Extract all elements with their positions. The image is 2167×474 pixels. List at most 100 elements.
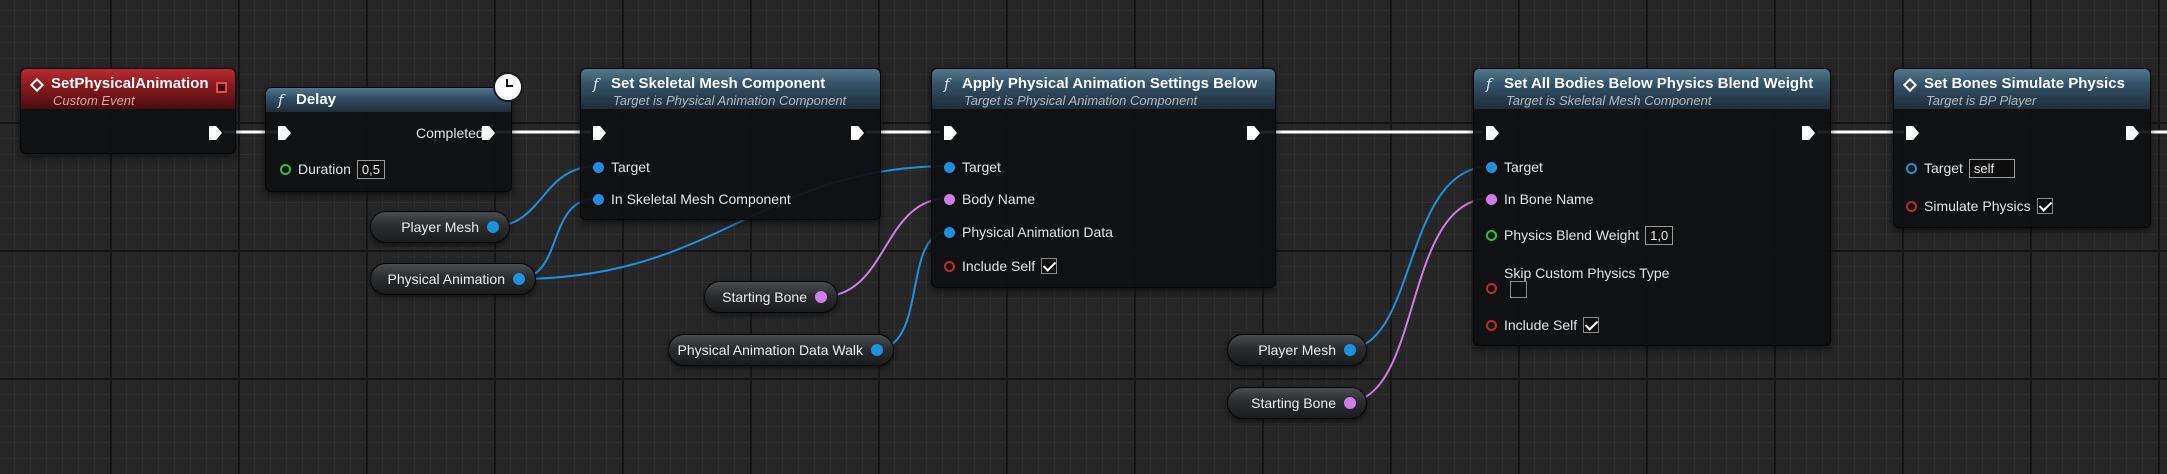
function-icon: f xyxy=(944,75,950,93)
var-player-mesh-2[interactable]: Player Mesh xyxy=(1227,334,1367,366)
object-pin-icon xyxy=(1906,162,1917,174)
delay-exec-in-pin[interactable] xyxy=(278,126,291,140)
set-blend-weight-node[interactable]: f Set All Bodies Below Physics Blend Wei… xyxy=(1473,68,1831,346)
delay-node[interactable]: f Delay Completed Duration 0,5 xyxy=(265,87,512,192)
set-skeletal-mesh-node[interactable]: f Set Skeletal Mesh Component Target is … xyxy=(580,68,881,220)
blend-title: Set All Bodies Below Physics Blend Weigh… xyxy=(1504,75,1814,92)
set-skel-header: f Set Skeletal Mesh Component Target is … xyxy=(581,69,880,109)
exec-out-pin[interactable] xyxy=(209,126,222,140)
duration-label: Duration xyxy=(298,161,351,177)
include-self-checkbox[interactable] xyxy=(1583,317,1600,333)
function-icon: f xyxy=(593,75,599,93)
set-skel-exec-in[interactable] xyxy=(593,126,606,140)
delay-duration-pin[interactable]: Duration 0,5 xyxy=(280,158,385,180)
skip-label: Skip Custom Physics Type xyxy=(1504,265,1670,281)
set-skel-exec-out[interactable] xyxy=(851,126,864,140)
body-name-label: Body Name xyxy=(962,191,1036,207)
object-pin-icon xyxy=(593,193,604,205)
target-label: Target xyxy=(611,159,650,175)
name-pin-icon[interactable] xyxy=(815,291,827,303)
blend-include-self-pin[interactable]: Include Self xyxy=(1486,314,1600,336)
apply-anim-header: f Apply Physical Animation Settings Belo… xyxy=(932,69,1275,109)
var-label: Starting Bone xyxy=(722,289,807,305)
bones-title: Set Bones Simulate Physics xyxy=(1924,75,2125,92)
bool-pin-icon xyxy=(1906,200,1917,212)
var-label: Physical Animation Data Walk xyxy=(677,342,863,358)
struct-pin-icon xyxy=(944,226,955,238)
include-self-checkbox[interactable] xyxy=(1041,258,1058,274)
apply-physical-animation-node[interactable]: f Apply Physical Animation Settings Belo… xyxy=(931,68,1276,288)
name-pin-icon xyxy=(944,193,955,205)
bones-exec-out[interactable] xyxy=(2126,126,2139,140)
in-bone-label: In Bone Name xyxy=(1504,191,1594,207)
pa-data-label: Physical Animation Data xyxy=(962,224,1113,240)
custom-event-node[interactable]: SetPhysicalAnimation Custom Event xyxy=(20,68,236,154)
set-skel-in-skel-pin[interactable]: In Skeletal Mesh Component xyxy=(593,188,791,210)
target-value-field[interactable]: self xyxy=(1968,158,2015,178)
apply-exec-out[interactable] xyxy=(1247,126,1260,140)
target-label: Target xyxy=(1924,160,1963,176)
bones-header: Set Bones Simulate Physics Target is BP … xyxy=(1894,69,2150,109)
blend-weight-pin[interactable]: Physics Blend Weight 1,0 xyxy=(1486,224,1674,246)
blend-exec-out[interactable] xyxy=(1802,126,1815,140)
struct-pin-icon[interactable] xyxy=(871,344,883,356)
name-pin-icon xyxy=(1486,193,1497,205)
set-skel-title: Set Skeletal Mesh Component xyxy=(611,75,826,92)
blend-weight-value-field[interactable]: 1,0 xyxy=(1645,225,1674,245)
skip-custom-physics-checkbox[interactable] xyxy=(1510,281,1527,298)
float-pin-icon xyxy=(280,163,291,175)
float-pin-icon xyxy=(1486,229,1497,241)
set-skel-subtitle: Target is Physical Animation Component xyxy=(613,93,847,108)
var-starting-bone-1[interactable]: Starting Bone xyxy=(704,281,838,313)
in-skel-label: In Skeletal Mesh Component xyxy=(611,191,791,207)
object-pin-icon xyxy=(1486,161,1497,173)
simulate-physics-checkbox[interactable] xyxy=(2036,198,2053,214)
bones-subtitle: Target is BP Player xyxy=(1926,93,2037,108)
apply-include-self-pin[interactable]: Include Self xyxy=(944,255,1058,277)
bones-simulate-pin[interactable]: Simulate Physics xyxy=(1906,195,2053,217)
custom-event-title: SetPhysicalAnimation xyxy=(51,75,209,92)
object-pin-icon xyxy=(944,161,955,173)
delay-header: f Delay xyxy=(266,88,511,112)
blend-in-bone-pin[interactable]: In Bone Name xyxy=(1486,188,1594,210)
blend-exec-in[interactable] xyxy=(1486,126,1499,140)
blend-target-pin[interactable]: Target xyxy=(1486,156,1543,178)
var-label: Player Mesh xyxy=(1258,342,1336,358)
object-pin-icon[interactable] xyxy=(1344,344,1356,356)
simulate-label: Simulate Physics xyxy=(1924,198,2031,214)
apply-pa-data-pin[interactable]: Physical Animation Data xyxy=(944,221,1113,243)
var-label: Player Mesh xyxy=(401,219,479,235)
blend-weight-label: Physics Blend Weight xyxy=(1504,227,1640,243)
replicate-stop-icon xyxy=(216,82,227,93)
var-physical-animation[interactable]: Physical Animation xyxy=(370,263,536,295)
apply-anim-subtitle: Target is Physical Animation Component xyxy=(964,93,1198,108)
var-pa-data-walk[interactable]: Physical Animation Data Walk xyxy=(668,334,894,366)
set-skel-target-pin[interactable]: Target xyxy=(593,156,650,178)
event-diamond-icon xyxy=(29,77,45,93)
bones-target-pin[interactable]: Target self xyxy=(1906,157,2015,179)
set-bones-simulate-node[interactable]: Set Bones Simulate Physics Target is BP … xyxy=(1893,68,2151,228)
duration-value-field[interactable]: 0,5 xyxy=(356,159,385,179)
bones-exec-in[interactable] xyxy=(1906,126,1919,140)
bool-pin-icon xyxy=(944,260,955,272)
delay-title: Delay xyxy=(296,91,337,108)
target-label: Target xyxy=(1504,159,1543,175)
delay-completed-label: Completed xyxy=(416,125,484,141)
bool-pin-icon xyxy=(1486,319,1497,331)
name-pin-icon[interactable] xyxy=(1344,397,1356,409)
apply-target-pin[interactable]: Target xyxy=(944,156,1001,178)
include-self-label: Include Self xyxy=(1504,317,1578,333)
var-player-mesh-1[interactable]: Player Mesh xyxy=(370,211,510,243)
apply-exec-in[interactable] xyxy=(944,126,957,140)
object-pin-icon[interactable] xyxy=(487,221,499,233)
include-self-label: Include Self xyxy=(962,258,1036,274)
apply-body-name-pin[interactable]: Body Name xyxy=(944,188,1035,210)
object-pin-icon[interactable] xyxy=(513,273,525,285)
custom-event-subtitle: Custom Event xyxy=(53,93,135,108)
blend-subtitle: Target is Skeletal Mesh Component xyxy=(1506,93,1712,108)
bool-pin-icon xyxy=(1486,282,1497,294)
delay-completed-pin[interactable] xyxy=(482,126,495,140)
var-starting-bone-2[interactable]: Starting Bone xyxy=(1227,387,1367,419)
wire-playermesh2-blendtarget xyxy=(1343,165,1493,351)
var-label: Physical Animation xyxy=(387,271,505,287)
